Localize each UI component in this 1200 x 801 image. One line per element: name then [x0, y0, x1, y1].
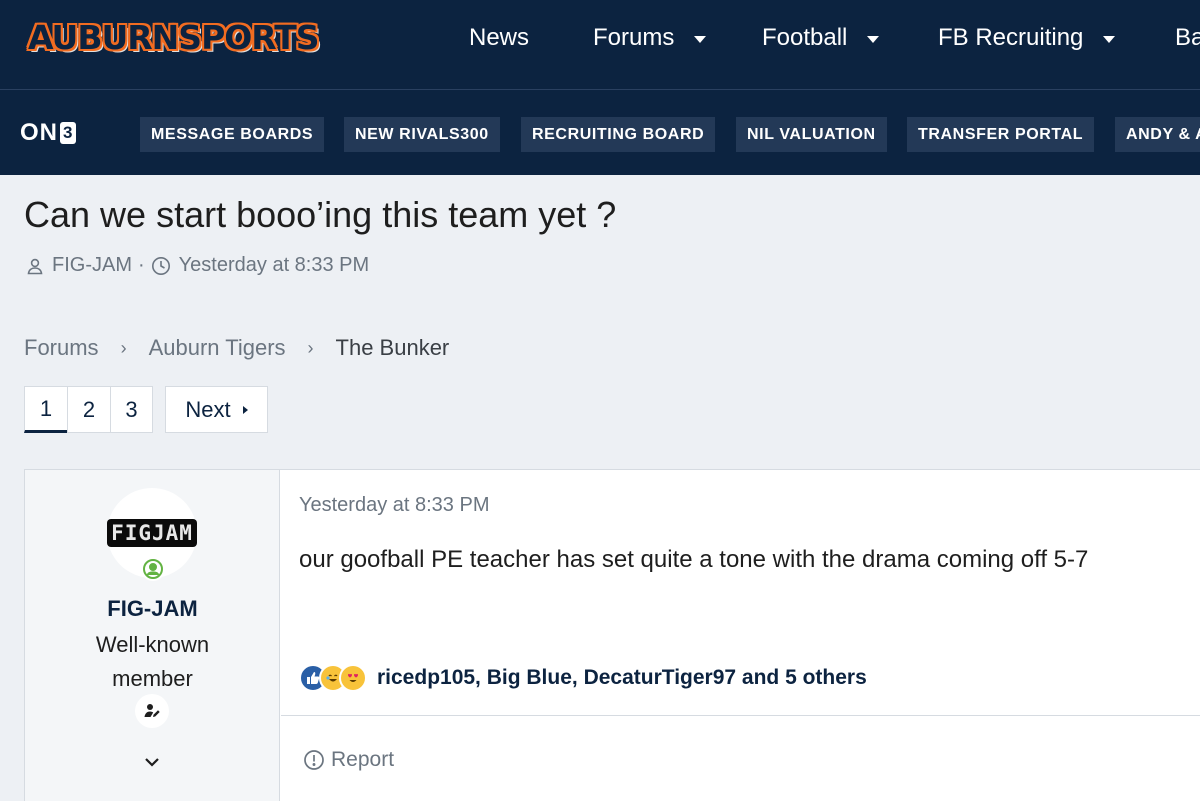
post-footer-divider: [281, 715, 1200, 716]
on3-logo-text: ON: [20, 119, 58, 146]
nav-item-basketball-label: Ba: [1175, 24, 1200, 51]
thread-meta: FIG-JAM · Yesterday at 8:33 PM: [26, 254, 369, 277]
nav-item-football-label: Football: [762, 24, 848, 51]
page-1-link[interactable]: 1: [24, 386, 68, 433]
pill-andy-and[interactable]: ANDY & A: [1115, 117, 1200, 152]
post-user-column: FIGJAM FIG-JAM Well-known member: [25, 470, 280, 801]
pill-nil-valuation[interactable]: NIL VALUATION: [736, 117, 887, 152]
caret-down-icon: [694, 35, 707, 43]
next-page-label: Next: [185, 396, 231, 422]
pill-recruiting-board[interactable]: RECRUITING BOARD: [521, 117, 716, 152]
post-body: our goofball PE teacher has set quite a …: [299, 546, 1089, 573]
meta-separator: ·: [138, 254, 145, 276]
report-label: Report: [331, 748, 395, 771]
clock-icon: [151, 256, 170, 275]
breadcrumb-the-bunker[interactable]: The Bunker: [336, 335, 450, 361]
nav-item-fb-recruiting-label: FB Recruiting: [938, 24, 1084, 51]
thread-title: Can we start booo’ing this team yet ?: [24, 194, 617, 235]
nav-item-basketball[interactable]: Ba: [1175, 24, 1200, 52]
thread-timestamp[interactable]: Yesterday at 8:33 PM: [179, 254, 370, 277]
nav-item-forums[interactable]: Forums: [593, 24, 707, 52]
reactions-list[interactable]: ricedp105, Big Blue, DecaturTiger97 and …: [377, 666, 867, 690]
user-title: Well-known member: [25, 628, 280, 696]
page-1-label: 1: [39, 395, 53, 421]
caret-down-icon: [1103, 35, 1116, 43]
page-3-link[interactable]: 3: [110, 386, 153, 433]
nav-item-football[interactable]: Football: [762, 24, 880, 52]
post-date[interactable]: Yesterday at 8:33 PM: [299, 494, 490, 517]
caret-right-icon: [242, 405, 248, 414]
pill-message-boards[interactable]: MESSAGE BOARDS: [140, 117, 325, 152]
breadcrumb-auburn-tigers[interactable]: Auburn Tigers: [149, 335, 286, 361]
avatar-text: FIGJAM: [107, 519, 197, 547]
pill-new-rivals300[interactable]: NEW RIVALS300: [344, 117, 500, 152]
page-3-label: 3: [125, 396, 138, 422]
page-2-link[interactable]: 2: [67, 386, 111, 433]
user-title-line1: Well-known: [95, 632, 210, 657]
on3-logo[interactable]: ON 3: [20, 119, 77, 147]
next-page-button[interactable]: Next: [165, 386, 268, 433]
user-title-line2: member: [112, 666, 193, 691]
thread-author[interactable]: FIG-JAM: [52, 254, 132, 277]
nav-item-news-label: News: [469, 24, 530, 51]
nav-item-fb-recruiting[interactable]: FB Recruiting: [938, 24, 1116, 52]
breadcrumb: Forums › Auburn Tigers › The Bunker: [24, 335, 449, 361]
alert-circle-icon: [304, 750, 324, 770]
top-navigation-bar: AUBURNSPORTS News Forums Football FB Rec…: [0, 0, 1200, 90]
online-status-icon: [141, 557, 165, 581]
post-username[interactable]: FIG-JAM: [25, 596, 280, 622]
report-button[interactable]: Report: [303, 748, 394, 772]
breadcrumb-forums[interactable]: Forums: [24, 335, 99, 361]
user-pen-icon[interactable]: [135, 694, 169, 728]
post-card: FIGJAM FIG-JAM Well-known member Yesterd…: [24, 469, 1200, 801]
user-icon: [27, 258, 43, 274]
site-logo[interactable]: AUBURNSPORTS: [28, 18, 320, 57]
love-reaction-icon: [339, 664, 367, 692]
chevron-down-icon[interactable]: [142, 755, 162, 774]
nav-item-news[interactable]: News: [469, 24, 529, 52]
on3-logo-digit: 3: [60, 122, 77, 144]
page-2-label: 2: [82, 396, 96, 422]
reactions-bar[interactable]: ricedp105, Big Blue, DecaturTiger97 and …: [299, 664, 867, 692]
pill-transfer-portal[interactable]: TRANSFER PORTAL: [907, 117, 1095, 152]
breadcrumb-separator: ›: [120, 337, 127, 358]
on3-navigation-bar: ON 3 MESSAGE BOARDS NEW RIVALS300 RECRUIT…: [0, 90, 1200, 175]
caret-down-icon: [867, 35, 880, 43]
breadcrumb-separator: ›: [307, 337, 314, 358]
nav-item-forums-label: Forums: [593, 24, 675, 51]
